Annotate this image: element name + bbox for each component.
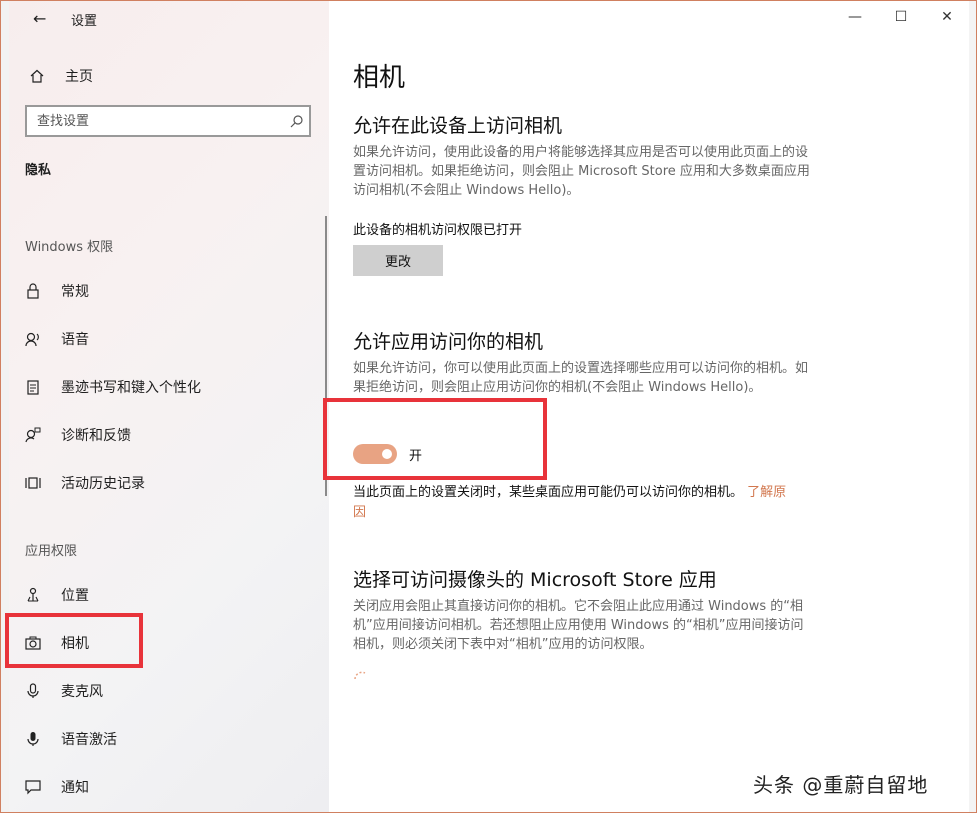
- change-button[interactable]: 更改: [353, 245, 443, 276]
- search-input[interactable]: [27, 112, 283, 130]
- microphone-icon: [23, 681, 43, 701]
- voice-activation-icon: [23, 729, 43, 749]
- device-access-status: 此设备的相机访问权限已打开: [353, 223, 523, 238]
- group-label-windows-permissions: Windows 权限: [25, 240, 114, 255]
- highlight-box-toggle: [323, 398, 547, 480]
- sidebar-item-voice-activation[interactable]: 语音激活: [23, 724, 323, 754]
- speech-icon: [23, 329, 43, 349]
- sidebar-item-activity-history[interactable]: 活动历史记录: [23, 468, 323, 498]
- section-heading-app-access: 允许应用访问你的相机: [353, 331, 544, 353]
- section-heading-device-access: 允许在此设备上访问相机: [353, 115, 563, 137]
- sidebar-item-label: 语音激活: [61, 732, 117, 748]
- sidebar-item-microphone[interactable]: 麦克风: [23, 676, 323, 706]
- highlight-box-camera: [5, 613, 143, 668]
- home-icon: [27, 66, 47, 86]
- notification-icon: [23, 777, 43, 797]
- window-title: 设置: [71, 14, 98, 29]
- sidebar-item-label: 主页: [65, 69, 93, 85]
- section-description-device-access: 如果允许访问，使用此设备的用户将能够选择其应用是否可以使用此页面上的设置访问相机…: [353, 145, 810, 198]
- sidebar-item-location[interactable]: 位置: [23, 580, 323, 610]
- watermark: 头条 @重蔚自留地: [753, 773, 929, 797]
- sidebar-item-label: 墨迹书写和键入个性化: [61, 380, 201, 396]
- note-text: 当此页面上的设置关闭时，某些桌面应用可能仍可以访问你的相机。: [353, 485, 744, 500]
- sidebar-item-general[interactable]: 常规: [23, 276, 323, 306]
- search-icon[interactable]: [283, 111, 309, 131]
- timeline-icon: [23, 473, 43, 493]
- sidebar-item-label: 诊断和反馈: [61, 428, 131, 444]
- back-arrow-icon[interactable]: ←: [33, 9, 46, 28]
- section-heading-store-apps: 选择可访问摄像头的 Microsoft Store 应用: [353, 569, 717, 591]
- loading-spinner-icon: [353, 669, 369, 685]
- clipboard-icon: [23, 377, 43, 397]
- section-description-app-access: 如果允许访问，你可以使用此页面上的设置选择哪些应用可以访问你的相机。如果拒绝访问…: [353, 361, 809, 395]
- sidebar-item-notifications[interactable]: 通知: [23, 772, 323, 802]
- sidebar-item-label: 活动历史记录: [61, 476, 145, 492]
- maximize-button[interactable]: ☐: [881, 9, 921, 25]
- sidebar-item-diagnostics[interactable]: 诊断和反馈: [23, 420, 323, 450]
- sidebar: ← 设置 主页 隐私 Windows 权限 常规 语音: [9, 1, 329, 812]
- sidebar-item-label: 常规: [61, 284, 89, 300]
- settings-window: ← 设置 主页 隐私 Windows 权限 常规 语音: [0, 0, 977, 813]
- minimize-button[interactable]: —: [835, 9, 875, 25]
- search-box[interactable]: [25, 105, 311, 137]
- page-title: 相机: [353, 63, 406, 93]
- sidebar-item-speech[interactable]: 语音: [23, 324, 323, 354]
- group-label-app-permissions: 应用权限: [25, 544, 78, 559]
- background-window-edge: [1, 1, 9, 812]
- close-button[interactable]: ✕: [927, 9, 967, 25]
- location-icon: [23, 585, 43, 605]
- lock-icon: [23, 281, 43, 301]
- sidebar-item-label: 通知: [61, 780, 89, 796]
- sidebar-item-home[interactable]: 主页: [27, 63, 327, 89]
- sidebar-item-label: 位置: [61, 588, 89, 604]
- sidebar-item-inking-typing[interactable]: 墨迹书写和键入个性化: [23, 372, 323, 402]
- section-description-store-apps: 关闭应用会阻止其直接访问你的相机。它不会阻止此应用通过 Windows 的“相机…: [353, 599, 804, 652]
- sidebar-item-label: 语音: [61, 332, 89, 348]
- feedback-icon: [23, 425, 43, 445]
- section-title-privacy: 隐私: [25, 163, 52, 178]
- desktop-apps-note: 当此页面上的设置关闭时，某些桌面应用可能仍可以访问你的相机。 了解原因: [353, 483, 798, 523]
- sidebar-item-label: 麦克风: [61, 684, 103, 700]
